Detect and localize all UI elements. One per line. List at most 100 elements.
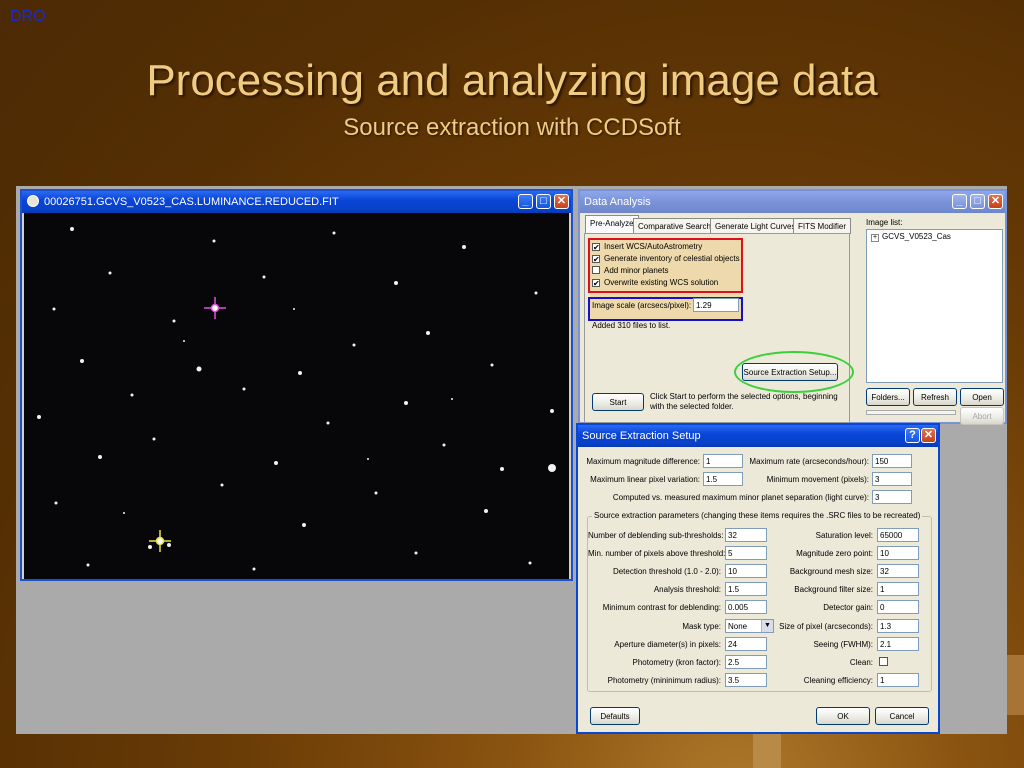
data-analysis-title: Data Analysis [584,196,651,208]
tab-fits-modifier[interactable]: FITS Modifier [793,218,852,234]
seeing-input[interactable]: 2.1 [877,637,919,651]
min-planet-sep-label: Computed vs. measured maximum minor plan… [612,493,869,502]
source-extraction-setup-button[interactable]: Source Extraction Setup... [742,363,838,381]
min-contrast-input[interactable]: 0.005 [725,600,767,614]
field-label: Aperture diameter(s) in pixels: [614,640,721,649]
defaults-button[interactable]: Defaults [590,707,640,725]
cancel-button[interactable]: Cancel [875,707,929,725]
min-movement-input[interactable]: 3 [872,472,912,486]
field-label: Photometry (mininimum radius): [607,676,721,685]
image-list-label: Image list: [866,218,903,227]
source-extraction-dialog: Source Extraction Setup ? ✕ Maximum magn… [576,423,940,734]
start-hint-line2: with the selected folder. [650,402,734,411]
status-text: Added 310 files to list. [592,321,671,330]
close-icon[interactable]: ✕ [988,194,1003,209]
star-field [37,227,556,571]
minimize-icon[interactable]: _ [952,194,967,209]
progress-bar [866,410,956,415]
group-label: Source extraction parameters (changing t… [592,511,923,520]
tab-comparative-search[interactable]: Comparative Search [633,218,716,234]
mask-type-value: None [728,622,748,631]
max-rate-input[interactable]: 150 [872,454,912,468]
field-label: Detector gain: [823,603,873,612]
checkbox-mark: ✔ [592,243,600,252]
screenshot: 00026751.GCVS_V0523_CAS.LUMINANCE.REDUCE… [16,186,1007,734]
saturation-level-input[interactable]: 65000 [877,528,919,542]
checkbox-generate-inventory[interactable]: ✔ Generate inventory of celestial objects [592,254,740,264]
help-icon[interactable]: ? [905,428,920,443]
tree-expand-icon[interactable]: + [871,234,879,242]
min-planet-sep-input[interactable]: 3 [872,490,912,504]
field-label: Min. number of pixels above threshold: [588,549,726,558]
field-label: Background filter size: [794,585,873,594]
clean-checkbox[interactable] [879,657,888,666]
max-linear-var-label: Maximum linear pixel variation: [590,475,700,484]
checkbox-overwrite-wcs[interactable]: ✔ Overwrite existing WCS solution [592,278,719,288]
ok-button[interactable]: OK [816,707,870,725]
source-extraction-titlebar[interactable]: Source Extraction Setup ? ✕ [578,425,938,447]
field-label: Photometry (kron factor): [632,658,721,667]
max-rate-label: Maximum rate (arcseconds/hour): [749,457,869,466]
checkbox-label: Overwrite existing WCS solution [604,278,719,287]
checkbox-add-minor-planets[interactable]: Add minor planets [592,266,668,275]
checkbox-label: Generate inventory of celestial objects [604,254,740,263]
checkbox-insert-wcs[interactable]: ✔ Insert WCS/AutoAstrometry [592,242,703,252]
maximize-icon[interactable]: □ [536,194,551,209]
max-mag-diff-input[interactable]: 1 [703,454,743,468]
list-item-label: GCVS_V0523_Cas [882,232,951,241]
tab-generate-light-curves[interactable]: Generate Light Curves [710,218,801,234]
image-list[interactable]: + GCVS_V0523_Cas [866,229,1003,383]
background-filter-input[interactable]: 1 [877,582,919,596]
image-window: 00026751.GCVS_V0523_CAS.LUMINANCE.REDUCE… [20,189,573,581]
aperture-diameter-input[interactable]: 24 [725,637,767,651]
target-marker-yellow [149,530,171,552]
maximize-icon[interactable]: □ [970,194,985,209]
field-label: Cleaning efficiency: [803,676,873,685]
image-scale-label: Image scale (arcsecs/pixel): [592,301,692,310]
background-mesh-input[interactable]: 32 [877,564,919,578]
image-window-titlebar[interactable]: 00026751.GCVS_V0523_CAS.LUMINANCE.REDUCE… [22,191,571,213]
field-label: Size of pixel (arcseconds): [779,622,873,631]
checkbox-mark: ✔ [592,279,600,288]
field-label: Clean: [849,658,873,667]
slide-subtitle: Source extraction with CCDSoft [343,114,681,141]
close-icon[interactable]: ✕ [554,194,569,209]
min-pixels-input[interactable]: 5 [725,546,767,560]
mask-type-select[interactable]: None ▼ [725,619,774,633]
start-button[interactable]: Start [592,393,644,411]
magnitude-zero-point-input[interactable]: 10 [877,546,919,560]
analysis-threshold-input[interactable]: 1.5 [725,582,767,596]
checkbox-mark: ✔ [592,255,600,264]
star-field-image[interactable] [24,213,569,579]
close-icon[interactable]: ✕ [921,428,936,443]
open-button[interactable]: Open [960,388,1004,406]
detector-gain-input[interactable]: 0 [877,600,919,614]
folders-button[interactable]: Folders... [866,388,910,406]
kron-factor-input[interactable]: 2.5 [725,655,767,669]
data-analysis-window: Data Analysis _ □ ✕ Pre-Analyze Comparat… [578,189,1007,425]
source-extraction-title: Source Extraction Setup [582,430,701,442]
abort-button[interactable]: Abort [960,407,1004,425]
image-window-title: 00026751.GCVS_V0523_CAS.LUMINANCE.REDUCE… [44,196,339,208]
list-item[interactable]: + GCVS_V0523_Cas [871,232,951,242]
min-radius-input[interactable]: 3.5 [725,673,767,687]
field-label: Seeing (FWHM): [813,640,873,649]
max-linear-var-input[interactable]: 1.5 [703,472,743,486]
deblending-subthresholds-input[interactable]: 32 [725,528,767,542]
field-label: Number of deblending sub-thresholds: [588,531,724,540]
detection-threshold-input[interactable]: 10 [725,564,767,578]
refresh-button[interactable]: Refresh [913,388,957,406]
slide-title: Processing and analyzing image data [146,56,878,105]
cleaning-efficiency-input[interactable]: 1 [877,673,919,687]
minimize-icon[interactable]: _ [518,194,533,209]
field-label: Minimum contrast for deblending: [602,603,721,612]
data-analysis-titlebar[interactable]: Data Analysis _ □ ✕ [580,191,1005,213]
tab-pre-analyze[interactable]: Pre-Analyze [585,215,639,234]
pixel-size-input[interactable]: 1.3 [877,619,919,633]
max-mag-diff-label: Maximum magnitude difference: [586,457,700,466]
field-label: Saturation level: [815,531,873,540]
checkbox-label: Insert WCS/AutoAstrometry [604,242,703,251]
image-scale-input[interactable]: 1.29 [693,298,739,312]
field-label: Detection threshold (1.0 - 2.0): [612,567,721,576]
chevron-down-icon[interactable]: ▼ [761,620,773,632]
